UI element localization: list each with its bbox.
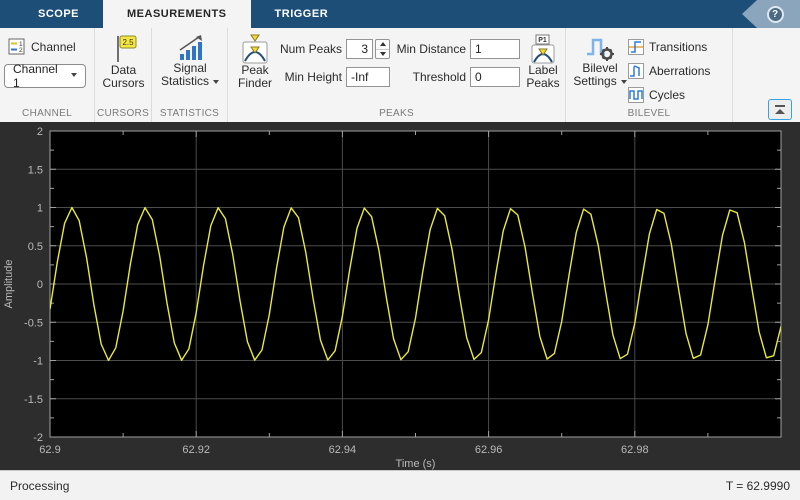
threshold-label: Threshold bbox=[412, 70, 466, 84]
signal-statistics-icon bbox=[179, 35, 202, 60]
channel-label: Channel bbox=[31, 39, 76, 54]
group-label-cursors: CURSORS bbox=[96, 108, 150, 119]
data-cursors-icon: 2.5 bbox=[116, 35, 136, 62]
svg-text:Amplitude: Amplitude bbox=[3, 260, 15, 309]
peak-finder-label-2: Finder bbox=[237, 76, 272, 90]
svg-text:62.98: 62.98 bbox=[621, 444, 649, 456]
collapse-toolstrip-icon bbox=[775, 105, 785, 114]
status-message: Processing bbox=[10, 478, 70, 493]
chevron-down-icon bbox=[71, 73, 77, 77]
data-cursors-label-2: Cursors bbox=[102, 76, 145, 90]
num-peaks-label: Num Peaks bbox=[279, 42, 342, 56]
label-peaks-label-2: Peaks bbox=[526, 76, 560, 90]
help-icon[interactable]: ? bbox=[766, 5, 784, 23]
section-statistics: Signal Statistics STATISTICS bbox=[152, 28, 228, 122]
num-peaks-input[interactable] bbox=[346, 39, 373, 59]
transitions-icon bbox=[628, 39, 644, 55]
svg-text:62.92: 62.92 bbox=[182, 444, 210, 456]
toolbar-spacer bbox=[733, 28, 800, 122]
label-peaks-badge-text: P1 bbox=[538, 37, 547, 44]
spinner-up-button[interactable] bbox=[376, 40, 389, 50]
svg-text:0.5: 0.5 bbox=[28, 241, 43, 253]
transitions-label: Transitions bbox=[649, 40, 708, 54]
channel-header: 1 2 Channel bbox=[8, 38, 76, 55]
chevron-down-icon bbox=[213, 80, 219, 84]
cycles-label: Cycles bbox=[649, 88, 686, 102]
svg-text:62.9: 62.9 bbox=[39, 444, 60, 456]
collapse-toolstrip-button[interactable] bbox=[768, 99, 792, 120]
signal-statistics-label-2: Statistics bbox=[161, 75, 219, 88]
svg-text:-1: -1 bbox=[33, 356, 43, 368]
svg-text:62.96: 62.96 bbox=[475, 444, 503, 456]
svg-text:62.94: 62.94 bbox=[329, 444, 357, 456]
svg-text:-2: -2 bbox=[33, 432, 43, 444]
threshold-input[interactable] bbox=[470, 67, 520, 87]
section-peaks: Peak Finder Num Peaks Min Distance Min H… bbox=[228, 28, 566, 122]
help-plate: ? bbox=[742, 0, 800, 28]
min-height-label: Min Height bbox=[284, 70, 342, 84]
group-label-channel: CHANNEL bbox=[22, 108, 72, 119]
tab-bar: SCOPE MEASUREMENTS TRIGGER ? bbox=[0, 0, 800, 28]
transitions-toggle[interactable]: Transitions bbox=[628, 38, 707, 56]
min-distance-input[interactable] bbox=[470, 39, 520, 59]
svg-text:-0.5: -0.5 bbox=[24, 317, 43, 329]
svg-text:2: 2 bbox=[19, 47, 23, 54]
cycles-toggle[interactable]: Cycles bbox=[628, 86, 685, 104]
svg-text:-1.5: -1.5 bbox=[24, 394, 43, 406]
simulation-time: T = 62.9990 bbox=[725, 478, 790, 493]
section-bilevel: Bilevel Settings Transitions Aberrations bbox=[566, 28, 733, 122]
chevron-down-icon bbox=[620, 80, 627, 84]
tab-scope[interactable]: SCOPE bbox=[14, 0, 103, 28]
svg-text:2: 2 bbox=[37, 126, 43, 138]
svg-text:1: 1 bbox=[37, 203, 43, 215]
peak-finder-button[interactable]: Peak Finder bbox=[232, 34, 278, 90]
aberrations-icon bbox=[628, 63, 644, 79]
section-cursors: 2.5 Data Cursors CURSORS bbox=[95, 28, 152, 122]
svg-text:1.5: 1.5 bbox=[28, 164, 43, 176]
channel-select[interactable]: Channel 1 bbox=[4, 62, 86, 90]
peak-finder-icon bbox=[242, 34, 268, 64]
channel-icon: 1 2 bbox=[8, 38, 25, 55]
group-label-statistics: STATISTICS bbox=[159, 108, 220, 119]
min-distance-label: Min Distance bbox=[396, 42, 466, 56]
label-peaks-icon: P1 bbox=[531, 34, 555, 64]
channel-select-value: Channel 1 bbox=[13, 62, 58, 90]
bilevel-settings-icon bbox=[587, 38, 614, 61]
bilevel-settings-button[interactable]: Bilevel Settings bbox=[573, 34, 627, 88]
signal-statistics-button[interactable]: Signal Statistics bbox=[156, 34, 224, 88]
tab-trigger[interactable]: TRIGGER bbox=[251, 0, 353, 28]
spinner-down-button[interactable] bbox=[376, 50, 389, 59]
aberrations-toggle[interactable]: Aberrations bbox=[628, 62, 710, 80]
section-channel: 1 2 Channel Channel 1 CHANNEL bbox=[0, 28, 95, 122]
num-peaks-spinner bbox=[375, 39, 390, 59]
group-label-peaks: PEAKS bbox=[379, 108, 414, 119]
min-height-input[interactable] bbox=[346, 67, 390, 87]
aberrations-label: Aberrations bbox=[649, 64, 711, 78]
svg-text:0: 0 bbox=[37, 279, 43, 291]
status-bar: Processing T = 62.9990 bbox=[0, 470, 800, 500]
group-label-bilevel: BILEVEL bbox=[627, 108, 671, 119]
cycles-icon bbox=[628, 87, 644, 103]
bilevel-settings-label-2: Settings bbox=[573, 75, 627, 88]
scope-display: 62.9 62.92 62.94 62.96 62.98 -2 -1.5 -1 -0.5 0 0.5… bbox=[0, 122, 800, 470]
tab-measurements[interactable]: MEASUREMENTS bbox=[103, 0, 251, 28]
data-cursors-button[interactable]: 2.5 Data Cursors bbox=[97, 34, 150, 90]
waveform-canvas[interactable]: 62.9 62.92 62.94 62.96 62.98 -2 -1.5 -1 -0.5 0 0.5… bbox=[0, 122, 800, 470]
measurements-toolbar: 1 2 Channel Channel 1 CHANNEL 2.5 Data C… bbox=[0, 28, 800, 122]
svg-text:Time (s): Time (s) bbox=[396, 458, 436, 470]
label-peaks-button[interactable]: P1 Label Peaks bbox=[522, 34, 564, 90]
cursor-badge-text: 2.5 bbox=[122, 38, 134, 47]
